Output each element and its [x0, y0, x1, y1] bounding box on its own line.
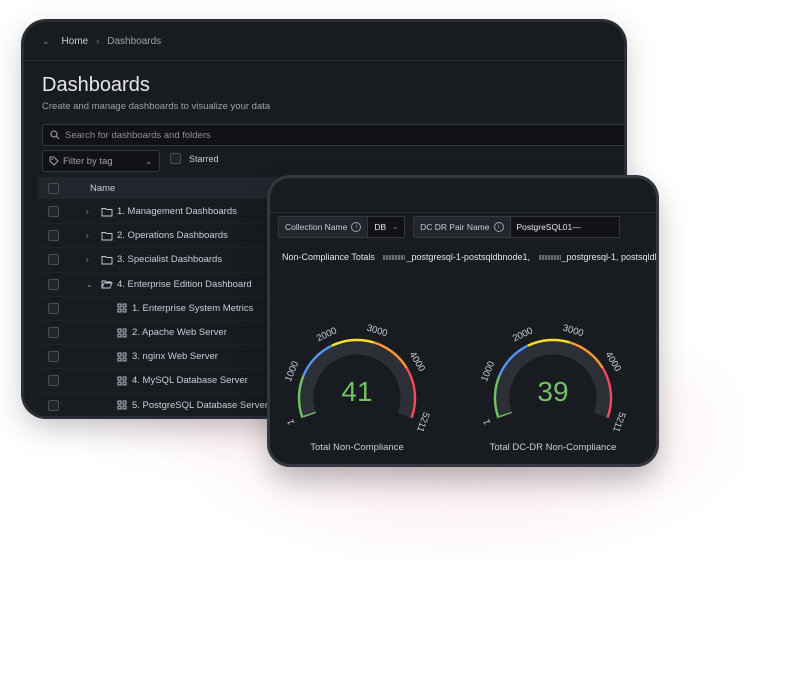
row-checkbox[interactable] — [48, 302, 59, 314]
chevron-right-icon[interactable]: › — [86, 207, 96, 216]
filter-by-tag-select[interactable]: Filter by tag ⌄ — [42, 150, 160, 172]
apps-icon — [117, 328, 127, 337]
gauge-tick-label: 5211 — [414, 410, 431, 433]
breadcrumb-home[interactable]: Home — [62, 36, 89, 47]
row-checkbox[interactable] — [48, 327, 59, 339]
dc-dr-pair-value: PostgreSQL01— — [516, 222, 581, 232]
row-checkbox[interactable] — [48, 254, 59, 266]
gauge-tick-label: 3000 — [561, 323, 584, 340]
totals-host-2: _postgresql-1, postsqldbno — [561, 252, 656, 262]
variables-bar: Collection Name i DB ⌄ DC DR Pair Name i… — [278, 216, 620, 238]
chevron-down-icon[interactable]: ⌄ — [86, 280, 96, 289]
dc-dr-pair-select[interactable]: PostgreSQL01— — [510, 216, 620, 238]
row-label: 5. PostgreSQL Database Server — [132, 399, 268, 411]
collection-name-value: DB — [374, 222, 387, 232]
totals-row: Non-Compliance Totals _postgresql-1-post… — [282, 252, 656, 262]
totals-label: Non-Compliance Totals — [282, 252, 375, 262]
row-checkbox[interactable] — [48, 230, 59, 242]
panel-header — [270, 178, 656, 213]
row-checkbox[interactable] — [48, 278, 59, 290]
collection-name-label: Collection Name i — [278, 216, 369, 238]
compliance-panel: Collection Name i DB ⌄ DC DR Pair Name i… — [270, 178, 656, 464]
info-icon[interactable]: i — [493, 222, 504, 232]
chevron-right-icon[interactable]: › — [86, 231, 96, 240]
page-title: Dashboards — [42, 74, 150, 96]
info-icon[interactable]: i — [351, 222, 362, 232]
gauge-tick-label: 1 — [481, 418, 493, 427]
apps-icon — [117, 352, 127, 362]
search-icon — [50, 130, 60, 140]
gauge-tick-label: 3000 — [365, 323, 388, 340]
folder-open-icon — [101, 280, 113, 289]
gauge-tick-label: 4000 — [603, 350, 623, 374]
chevron-down-icon: ⌄ — [145, 156, 152, 166]
gauge-tick-label: 2000 — [511, 325, 535, 344]
gauge-tick-label: 5211 — [610, 410, 627, 433]
gauge-label: Total Non-Compliance — [310, 442, 404, 453]
row-label: 4. MySQL Database Server — [132, 375, 248, 387]
chevron-right-icon[interactable]: › — [86, 255, 96, 264]
dc-dr-pair-label: DC DR Pair Name i — [413, 216, 511, 238]
gauge-tick-label: 4000 — [407, 350, 427, 374]
collection-name-text: Collection Name — [285, 222, 348, 232]
row-label: 3. nginx Web Server — [132, 351, 218, 363]
folder-icon — [101, 207, 113, 217]
starred-label: Starred — [189, 153, 219, 164]
gauge-tick-label: 2000 — [315, 325, 339, 344]
redacted-text — [383, 255, 406, 261]
chevron-down-icon[interactable]: ⌄ — [42, 36, 50, 47]
gauge-value: 39 — [537, 376, 569, 407]
collection-name-select[interactable]: DB ⌄ — [368, 216, 406, 238]
row-label: 2. Apache Web Server — [132, 327, 227, 339]
dc-dr-pair-text: DC DR Pair Name — [420, 222, 490, 232]
row-checkbox[interactable] — [48, 206, 59, 218]
select-all-checkbox[interactable] — [48, 182, 59, 194]
gauge-tick-label: 1 — [285, 418, 297, 427]
apps-icon — [117, 400, 127, 410]
folder-icon — [101, 256, 113, 265]
row-label: 2. Operations Dashboards — [117, 230, 228, 242]
gauge-svg: 110002000 300040005211 — [283, 323, 431, 434]
row-checkbox[interactable] — [48, 399, 59, 411]
filter-label: Filter by tag — [63, 155, 113, 167]
folder-icon — [101, 231, 113, 241]
apps-icon — [117, 376, 127, 386]
gauge-total-dcdr-non-compliance: 1 1000 2000 3000 4000 5211 39 Total DC-DR Non… — [478, 306, 628, 453]
page-subtitle: Create and manage dashboards to visualiz… — [42, 101, 271, 112]
row-label: 4. Enterprise Edition Dashboard — [117, 278, 252, 290]
totals-host-1: _postgresql-1-postsqldbnode1, — [406, 252, 530, 262]
chevron-right-icon: › — [96, 36, 100, 46]
search-input[interactable]: Search for dashboards and folders — [42, 124, 624, 146]
gauge-svg: 110002000 300040005211 — [479, 323, 627, 434]
breadcrumb: ⌄ Home › Dashboards — [24, 22, 624, 61]
row-checkbox[interactable] — [48, 375, 59, 387]
apps-icon — [117, 303, 127, 313]
row-label: 1. Management Dashboards — [117, 206, 237, 218]
row-label: 1. Enterprise System Metrics — [132, 302, 254, 314]
gauge-label: Total DC-DR Non-Compliance — [489, 442, 617, 453]
starred-filter[interactable]: Starred — [170, 153, 219, 164]
tag-icon — [49, 156, 59, 166]
chevron-down-icon: ⌄ — [392, 224, 399, 231]
search-placeholder: Search for dashboards and folders — [65, 129, 211, 141]
gauge-total-non-compliance: 1 1000 2000 3000 4000 5211 41 Total Non-Compl… — [282, 306, 432, 453]
column-name[interactable]: Name — [90, 183, 115, 194]
row-label: 3. Specialist Dashboards — [117, 254, 223, 266]
gauge-value: 41 — [341, 376, 373, 407]
breadcrumb-current: Dashboards — [107, 35, 162, 47]
starred-checkbox[interactable] — [170, 153, 181, 164]
row-checkbox[interactable] — [48, 351, 59, 363]
redacted-text — [538, 255, 561, 261]
